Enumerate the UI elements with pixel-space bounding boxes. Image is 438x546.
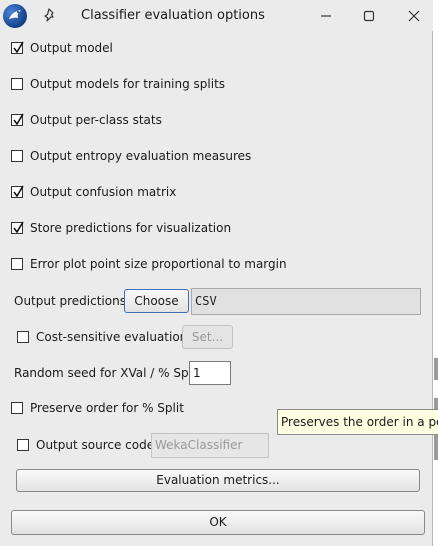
weka-bird-icon (3, 4, 27, 28)
checkbox-unchecked[interactable] (17, 439, 29, 451)
checkbox-output-per-class-stats[interactable]: Output per-class stats (11, 111, 162, 129)
evaluation-options-dialog: Classifier evaluation options Output mod… (0, 0, 433, 546)
checkbox-checked[interactable] (11, 113, 24, 126)
checkbox-unchecked[interactable] (17, 331, 29, 343)
tooltip: Preserves the order in a percentage spli… (277, 409, 438, 435)
checkbox-label: Preserve order for % Split (30, 401, 184, 415)
checkbox-output-source-code[interactable]: Output source code (17, 436, 154, 454)
ok-button[interactable]: OK (11, 510, 425, 535)
checkbox-output-confusion-matrix[interactable]: Output confusion matrix (11, 183, 176, 201)
checkbox-output-models-training-splits[interactable]: Output models for training splits (11, 75, 225, 93)
checkbox-preserve-order[interactable]: Preserve order for % Split (11, 399, 184, 417)
checkbox-unchecked[interactable] (11, 402, 23, 414)
checkbox-label: Output per-class stats (30, 113, 162, 127)
checkbox-label: Error plot point size proportional to ma… (30, 257, 287, 271)
maximize-icon[interactable] (361, 8, 377, 24)
checkbox-store-predictions[interactable]: Store predictions for visualization (11, 219, 231, 237)
checkbox-label: Output models for training splits (30, 77, 226, 91)
random-seed-label: Random seed for XVal / % Split (14, 366, 200, 380)
window-title: Classifier evaluation options (81, 8, 265, 23)
checkbox-output-entropy-measures[interactable]: Output entropy evaluation measures (11, 147, 251, 165)
checkbox-cost-sensitive[interactable]: Cost-sensitive evaluation (17, 328, 187, 346)
evaluation-metrics-button[interactable]: Evaluation metrics... (16, 469, 420, 492)
checkbox-label: Output model (30, 41, 113, 55)
checkbox-label: Output source code (36, 438, 155, 452)
checkbox-checked[interactable] (11, 185, 24, 198)
checkbox-checked[interactable] (11, 221, 24, 234)
checkbox-output-model[interactable]: Output model (11, 39, 113, 57)
checkbox-unchecked[interactable] (11, 150, 23, 162)
output-predictions-field[interactable]: CSV (191, 288, 421, 315)
checkbox-unchecked[interactable] (11, 258, 23, 270)
checkbox-error-plot-point-size[interactable]: Error plot point size proportional to ma… (11, 255, 287, 273)
random-seed-input[interactable]: 1 (189, 361, 231, 385)
tooltip-text: Preserves the order in a percentage spli… (281, 415, 438, 429)
checkbox-label: Output entropy evaluation measures (30, 149, 252, 163)
checkbox-checked[interactable] (11, 41, 24, 54)
checkbox-label: Output confusion matrix (30, 185, 177, 199)
close-icon[interactable] (406, 8, 422, 24)
checkbox-label: Store predictions for visualization (30, 221, 232, 235)
checkbox-label: Cost-sensitive evaluation (36, 330, 188, 344)
output-predictions-label: Output predictions (14, 294, 126, 308)
set-cost-button[interactable]: Set... (182, 325, 233, 349)
source-code-classname-field[interactable]: WekaClassifier (151, 433, 269, 458)
choose-button[interactable]: Choose (124, 289, 189, 313)
pin-icon[interactable] (44, 8, 58, 25)
background-window-edge (434, 358, 438, 380)
title-bar[interactable]: Classifier evaluation options (0, 0, 433, 31)
minimize-icon[interactable] (318, 8, 334, 24)
checkbox-unchecked[interactable] (11, 78, 23, 90)
